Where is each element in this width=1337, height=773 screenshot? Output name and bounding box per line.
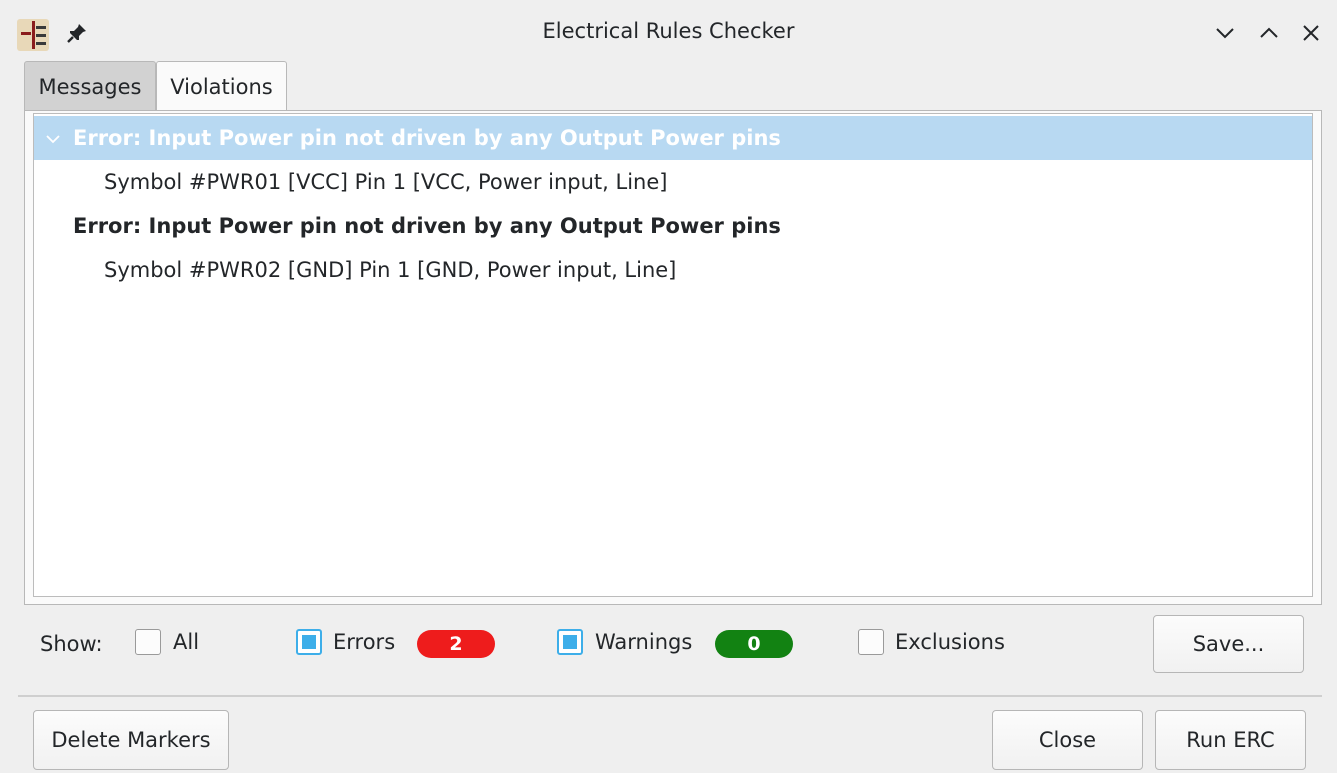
close-icon[interactable] bbox=[1298, 20, 1324, 46]
violations-tree[interactable]: Error: Input Power pin not driven by any… bbox=[33, 113, 1313, 597]
violation-detail-text: Symbol #PWR01 [VCC] Pin 1 [VCC, Power in… bbox=[104, 170, 668, 194]
minimize-icon[interactable] bbox=[1212, 20, 1238, 46]
all-checkbox[interactable] bbox=[135, 629, 161, 655]
errors-checkbox[interactable] bbox=[296, 629, 322, 655]
close-button[interactable]: Close bbox=[992, 710, 1143, 770]
violation-detail-text: Symbol #PWR02 [GND] Pin 1 [GND, Power in… bbox=[104, 258, 677, 282]
violation-row-1[interactable]: Error: Input Power pin not driven by any… bbox=[34, 116, 1312, 160]
show-label: Show: bbox=[40, 632, 103, 656]
save-button[interactable]: Save... bbox=[1153, 615, 1304, 673]
violation-detail-row-2[interactable]: Symbol #PWR02 [GND] Pin 1 [GND, Power in… bbox=[34, 248, 1312, 292]
filter-bar: Show: All Errors 2 Warnings 0 Exclusions… bbox=[0, 610, 1337, 680]
run-erc-button[interactable]: Run ERC bbox=[1155, 710, 1306, 770]
all-label[interactable]: All bbox=[173, 630, 199, 654]
violation-text: Error: Input Power pin not driven by any… bbox=[73, 214, 781, 238]
violation-detail-row-1[interactable]: Symbol #PWR01 [VCC] Pin 1 [VCC, Power in… bbox=[34, 160, 1312, 204]
exclusions-checkbox[interactable] bbox=[858, 629, 884, 655]
warnings-label[interactable]: Warnings bbox=[595, 630, 692, 654]
warnings-count-badge: 0 bbox=[715, 630, 793, 658]
title-bar: Electrical Rules Checker bbox=[0, 0, 1337, 60]
tab-messages[interactable]: Messages bbox=[24, 61, 156, 111]
errors-label[interactable]: Errors bbox=[333, 630, 395, 654]
separator bbox=[18, 695, 1322, 697]
violations-panel: Error: Input Power pin not driven by any… bbox=[24, 110, 1322, 605]
exclusions-label[interactable]: Exclusions bbox=[895, 630, 1005, 654]
violation-text: Error: Input Power pin not driven by any… bbox=[73, 126, 781, 150]
chevron-down-icon[interactable] bbox=[44, 130, 62, 148]
errors-count-badge: 2 bbox=[417, 630, 495, 658]
delete-markers-button[interactable]: Delete Markers bbox=[33, 710, 229, 770]
maximize-icon[interactable] bbox=[1256, 20, 1282, 46]
warnings-checkbox[interactable] bbox=[557, 629, 583, 655]
violation-row-2[interactable]: Error: Input Power pin not driven by any… bbox=[34, 204, 1312, 248]
window-title: Electrical Rules Checker bbox=[542, 19, 795, 43]
tab-violations[interactable]: Violations bbox=[156, 61, 287, 113]
